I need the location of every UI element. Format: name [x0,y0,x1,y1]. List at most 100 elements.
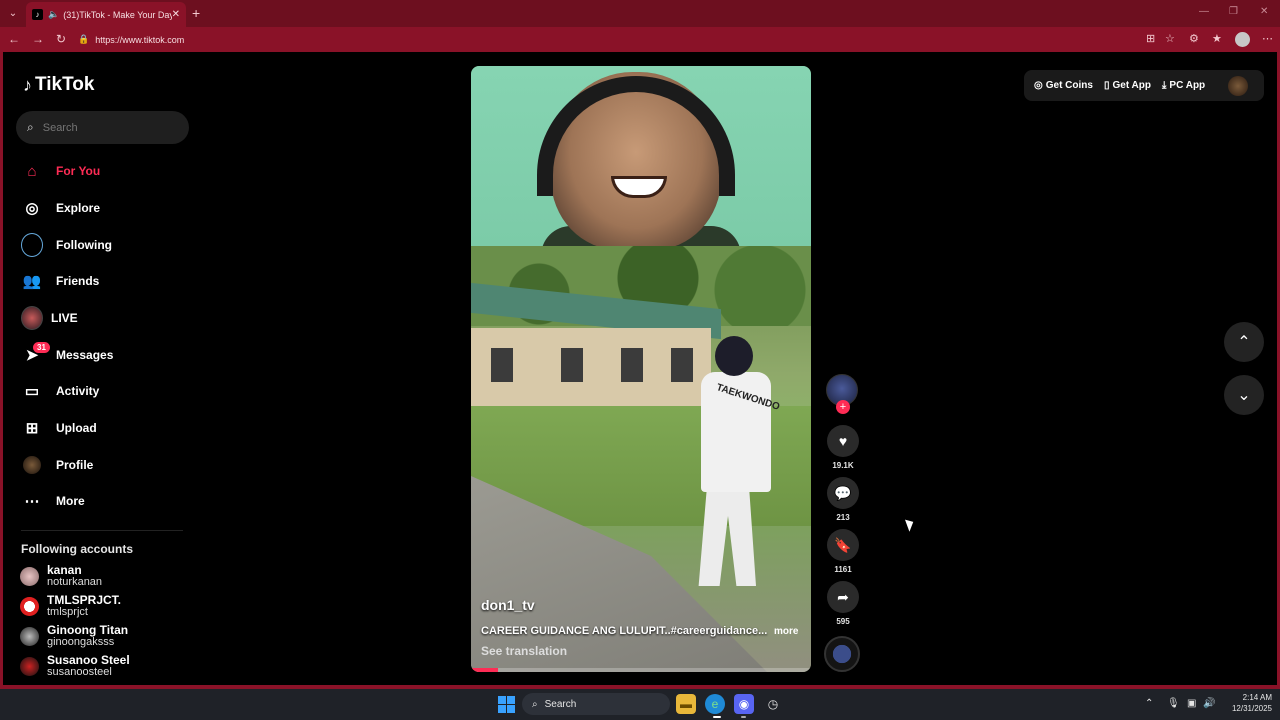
video-reaction-panel [471,66,811,256]
sidebar-item-for-you[interactable]: ⌂ For You [21,156,100,186]
sidebar-item-activity[interactable]: ▭ Activity [21,376,99,406]
browser-profile-avatar[interactable] [1235,32,1250,47]
sidebar-item-upload[interactable]: ⊞ Upload [21,413,97,443]
profile-avatar [21,454,43,476]
video-description: CAREER GUIDANCE ANG LULUPIT..#careerguid… [481,625,768,637]
favorite-star-icon[interactable]: ☆ [1165,32,1175,45]
friends-icon: 👥 [22,273,42,290]
following-account[interactable]: TMLSPRJCT. tmlsprjct [20,592,121,620]
user-avatar[interactable] [1228,76,1248,96]
see-translation-button[interactable]: See translation [481,644,567,658]
sidebar-item-label: For You [56,164,101,178]
favorites-icon[interactable]: ★ [1212,32,1222,45]
next-video-button[interactable]: ⌄ [1224,375,1264,415]
account-name: Susanoo Steel [47,653,130,667]
tiktok-logo[interactable]: ♪ TikTok [23,74,94,96]
new-tab-icon[interactable]: + [192,5,200,21]
forward-icon[interactable]: → [32,32,44,46]
share-icon: ➦ [837,588,849,605]
sidebar-item-friends[interactable]: 👥 Friends [21,266,100,296]
sidebar-item-more[interactable]: ⋯ More [21,486,85,516]
comment-icon: 💬 [834,484,852,501]
following-accounts-title: Following accounts [21,542,134,556]
account-handle: ginoongaksss [47,636,115,648]
chevron-down-icon: ⌄ [1237,387,1251,404]
microphone-icon[interactable]: 🎙 [1167,698,1180,709]
address-bar-row: ← → ↻ 🔒 https://www.tiktok.com ⊞ ☆ ⚙ ★ ⋯ [0,27,1280,52]
previous-video-button[interactable]: ⌃ [1224,322,1264,362]
like-button[interactable]: ♥ [827,425,859,457]
heart-icon: ♥ [838,433,848,449]
sidebar-item-messages[interactable]: ➤ 31 Messages [21,340,113,370]
minimize-icon[interactable]: — [1199,6,1209,17]
account-handle: susanoosteel [47,666,112,678]
clock-app-icon[interactable]: ◷ [763,694,783,714]
tab-close-icon[interactable]: ✕ [172,9,180,20]
description-more-button[interactable]: more [774,626,798,637]
video-player[interactable]: TAEKWONDO don1_tv CAREER GUIDANCE ANG LU… [471,66,811,672]
sidebar-item-live[interactable]: LIVE [21,303,78,333]
get-coins-button[interactable]: ◎ Get Coins [1034,80,1093,91]
taskbar-clock[interactable]: 2:14 AM 12/31/2025 [1224,692,1272,714]
clock-time: 2:14 AM [1242,693,1272,702]
sidebar-item-label: Following [56,238,112,252]
browser-tab-bar: ⌄ ♪ 🔈 (31)TikTok - Make Your Day ✕ + — ❐… [0,0,1280,27]
comment-count: 213 [836,513,850,522]
video-username[interactable]: don1_tv [481,597,535,613]
sidebar-item-label: Friends [56,274,100,288]
account-handle: tmlsprjct [47,606,88,618]
avatar [20,626,39,646]
running-app-indicator [741,716,746,718]
music-disc[interactable] [824,636,860,672]
browser-menu-icon[interactable]: ⋯ [1262,32,1273,45]
back-icon[interactable]: ← [8,32,20,46]
maximize-icon[interactable]: ❐ [1229,6,1238,17]
following-account[interactable]: Susanoo Steel susanoosteel [20,652,130,680]
address-field[interactable]: 🔒 https://www.tiktok.com [78,30,1158,49]
window-close-icon[interactable]: ✕ [1260,6,1268,17]
follow-plus-icon[interactable]: + [836,400,850,414]
download-icon: ⤓ [1162,80,1167,91]
extensions-icon[interactable]: ⚙ [1189,32,1199,45]
pc-app-button[interactable]: ⤓ PC App [1162,80,1205,91]
browser-tab[interactable]: ♪ 🔈 (31)TikTok - Make Your Day ✕ [26,2,186,27]
person-head-shape [715,336,753,376]
split-screen-icon[interactable]: ⊞ [1146,32,1155,45]
pc-app-label: PC App [1169,80,1206,91]
sidebar-item-profile[interactable]: Profile [21,450,93,480]
sidebar-item-label: Upload [56,421,97,435]
save-button[interactable]: 🔖 [827,529,859,561]
tiktok-page: ♪ TikTok ⌕ ⌂ For You ◎ Explore Following… [3,52,1277,686]
sidebar-item-label: Messages [56,348,114,362]
save-count: 1161 [834,565,852,574]
lock-icon[interactable]: 🔒 [78,34,89,45]
discord-icon[interactable]: ◉ [734,694,754,714]
share-button[interactable]: ➦ [827,581,859,613]
more-icon: ⋯ [24,493,40,510]
search-box[interactable]: ⌕ [16,111,189,144]
following-account[interactable]: kanan noturkanan [20,562,102,590]
coin-icon: ◎ [1034,80,1043,91]
following-account[interactable]: Ginoong Titan ginoongaksss [20,622,128,650]
file-explorer-icon[interactable]: ▬ [676,694,696,714]
video-progress-bar[interactable] [471,668,811,672]
search-icon: ⌕ [532,698,538,710]
compass-icon: ◎ [25,200,39,217]
bookmark-icon: 🔖 [834,536,852,553]
speaker-icon[interactable]: 🔈 [48,9,59,20]
windows-start-icon[interactable] [498,696,515,713]
tray-chevron-up-icon[interactable]: ⌃ [1145,698,1153,709]
phone-icon: ▯ [1103,80,1110,91]
sidebar-item-label: Explore [56,201,101,215]
refresh-icon[interactable]: ↻ [56,32,66,46]
tab-actions-chevron-icon[interactable]: ⌄ [4,4,22,22]
edge-browser-icon[interactable]: e [705,694,725,714]
comment-button[interactable]: 💬 [827,477,859,509]
sidebar-item-following[interactable]: Following [21,230,112,260]
volume-icon[interactable]: 🔊 [1203,698,1215,709]
sidebar-item-explore[interactable]: ◎ Explore [21,193,100,223]
taskbar-search[interactable]: ⌕ Search [522,693,670,715]
search-input[interactable] [42,121,163,134]
network-icon[interactable]: ▣ [1187,698,1196,709]
get-app-button[interactable]: ▯ Get App [1104,80,1151,91]
